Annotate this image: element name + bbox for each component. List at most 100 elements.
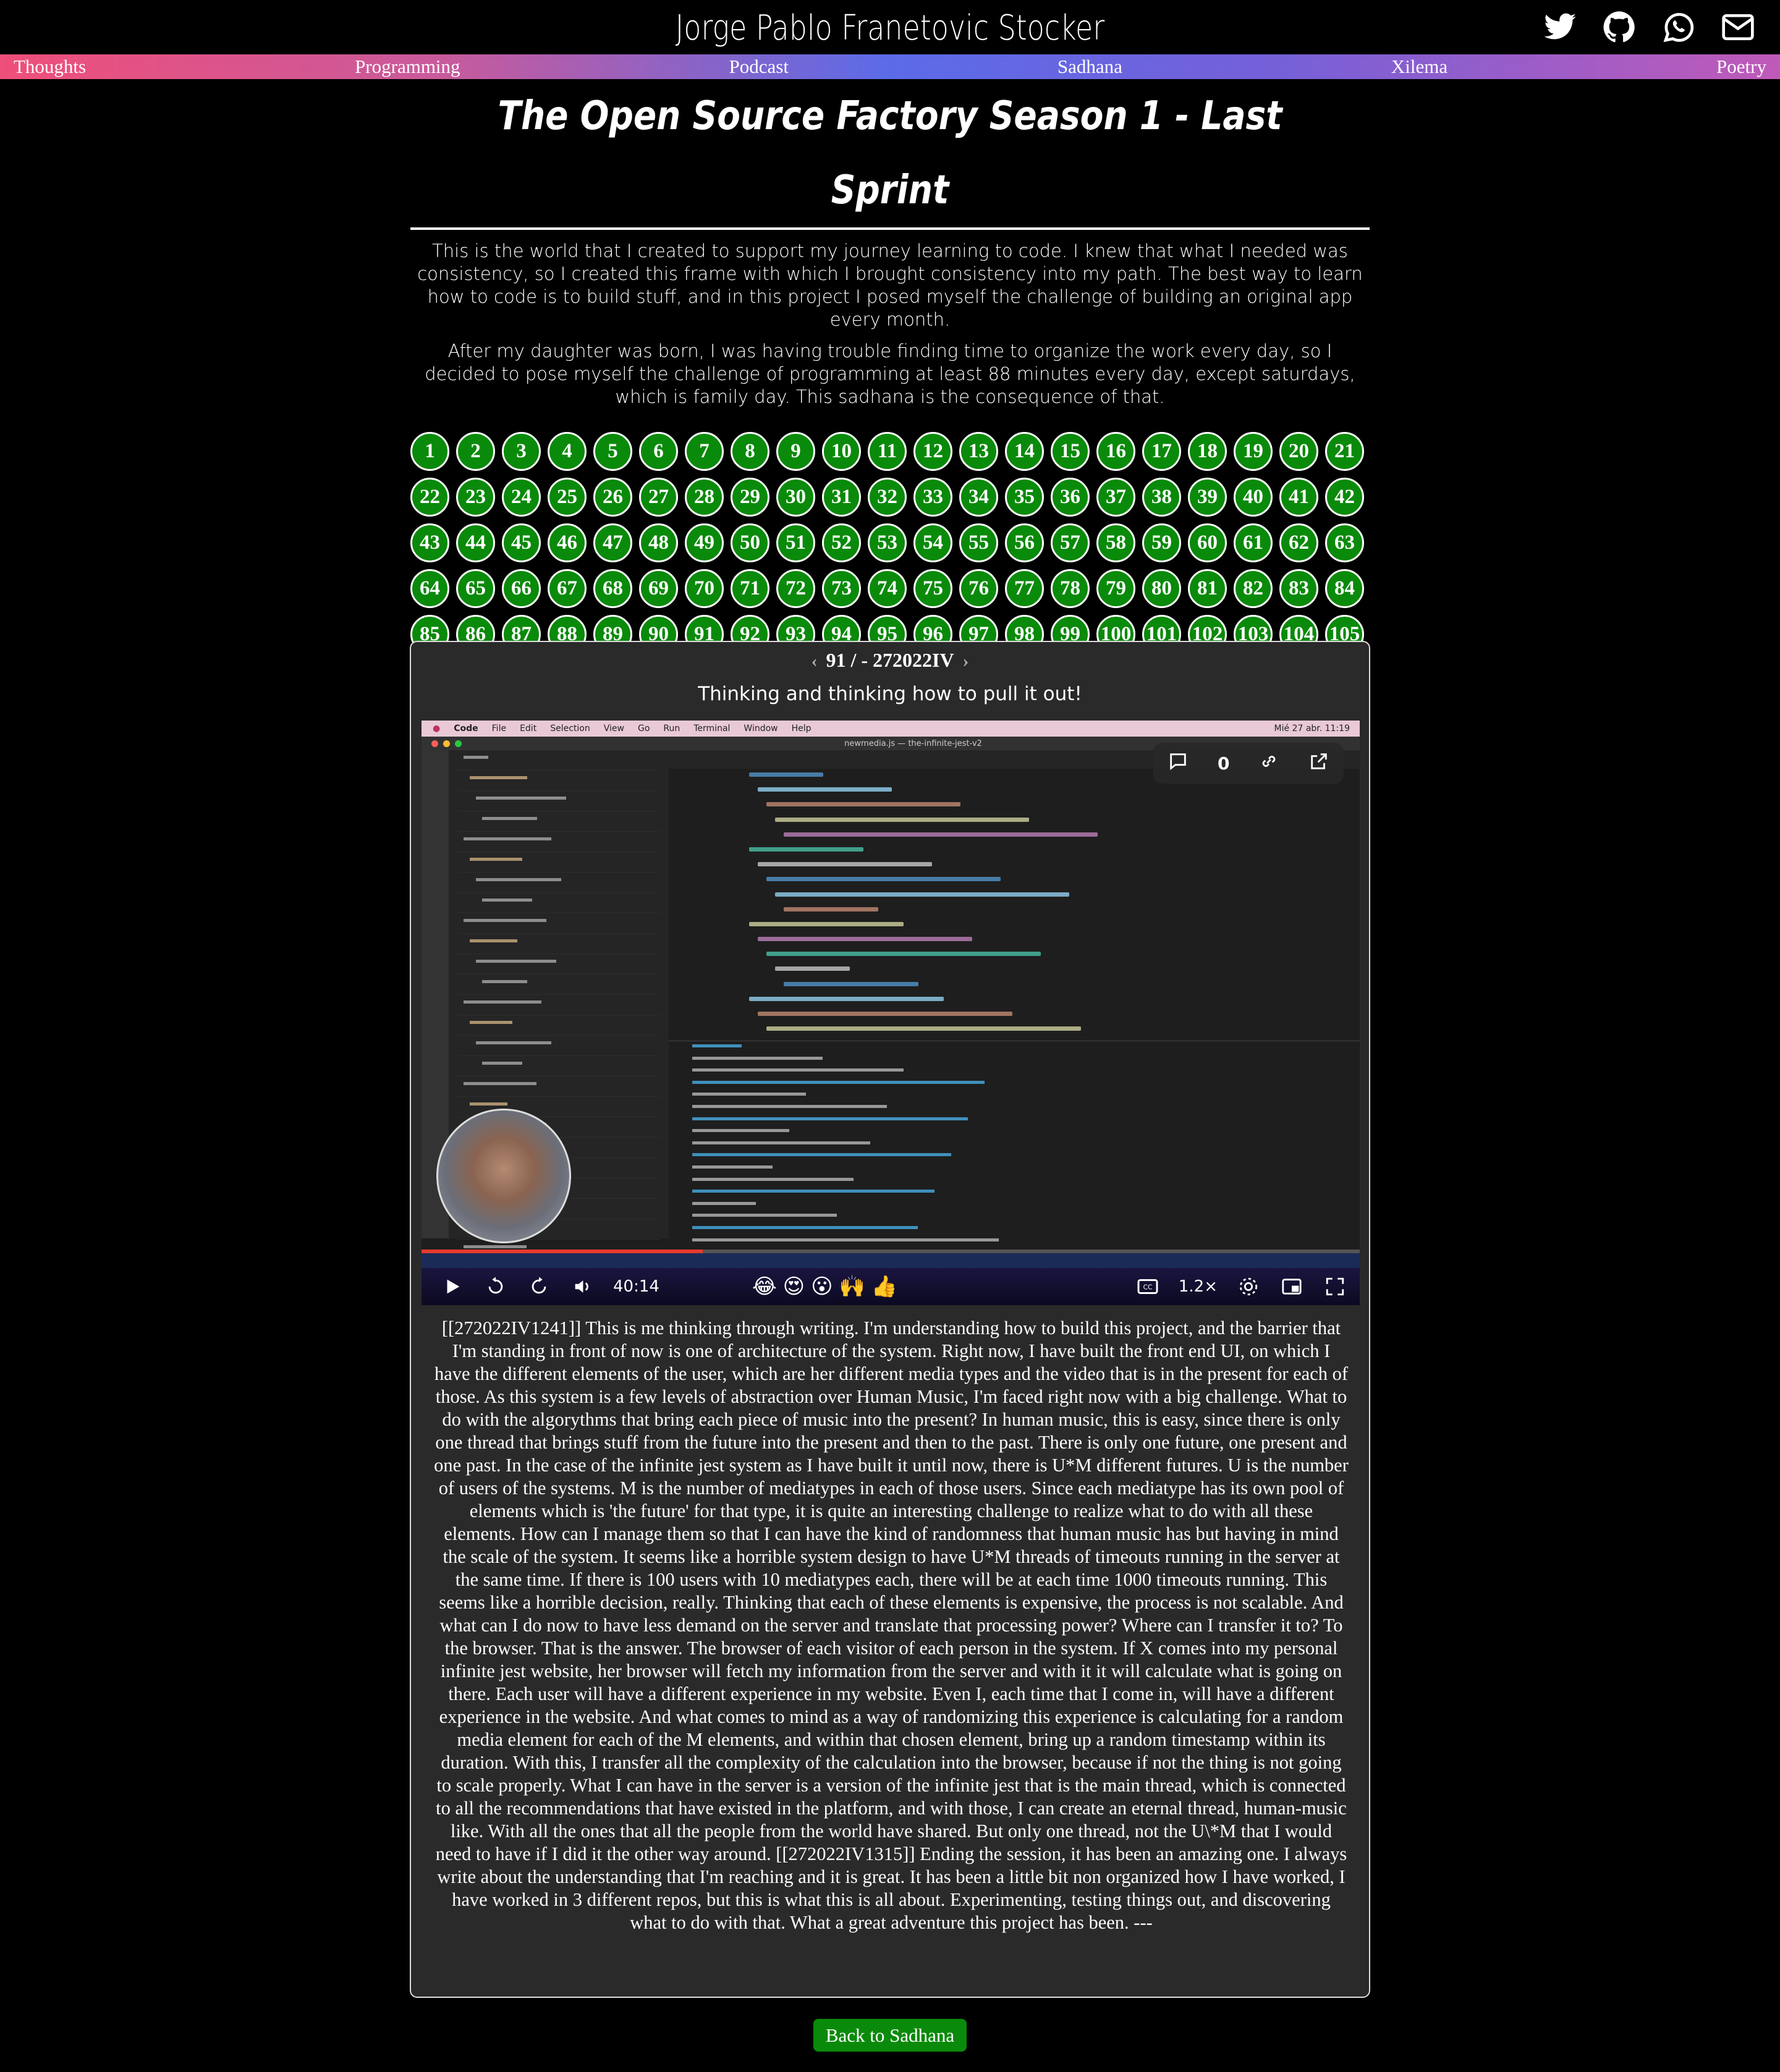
day-button[interactable]: 30 [776, 478, 815, 517]
day-button[interactable]: 51 [776, 523, 815, 562]
day-button[interactable]: 45 [502, 523, 541, 562]
day-button[interactable]: 50 [731, 523, 769, 562]
day-button[interactable]: 15 [1051, 432, 1090, 471]
day-button[interactable]: 58 [1096, 523, 1135, 562]
day-button[interactable]: 56 [1005, 523, 1044, 562]
day-button[interactable]: 3 [502, 432, 541, 471]
github-icon[interactable] [1602, 10, 1637, 44]
day-button[interactable]: 43 [410, 523, 449, 562]
day-button[interactable]: 23 [456, 478, 495, 517]
day-button[interactable]: 22 [410, 478, 449, 517]
day-button[interactable]: 53 [868, 523, 907, 562]
day-button[interactable]: 48 [639, 523, 678, 562]
day-button[interactable]: 20 [1279, 432, 1318, 471]
day-button[interactable]: 54 [913, 523, 952, 562]
play-icon[interactable] [440, 1274, 465, 1299]
day-button[interactable]: 25 [548, 478, 587, 517]
day-button[interactable]: 2 [456, 432, 495, 471]
day-button[interactable]: 75 [913, 569, 952, 608]
reaction-emoji-icons[interactable]: 😂😍😮🙌👍 [752, 1274, 904, 1299]
day-button[interactable]: 65 [456, 569, 495, 608]
day-button[interactable]: 84 [1325, 569, 1364, 608]
day-button[interactable]: 60 [1188, 523, 1227, 562]
nav-programming[interactable]: Programming [355, 56, 460, 78]
playback-speed[interactable]: 1.2× [1179, 1277, 1218, 1296]
day-button[interactable]: 39 [1188, 478, 1227, 517]
day-button[interactable]: 82 [1234, 569, 1273, 608]
day-button[interactable]: 16 [1096, 432, 1135, 471]
day-button[interactable]: 37 [1096, 478, 1135, 517]
day-button[interactable]: 71 [731, 569, 769, 608]
day-button[interactable]: 31 [822, 478, 861, 517]
day-button[interactable]: 9 [776, 432, 815, 471]
settings-gear-icon[interactable] [1236, 1274, 1261, 1299]
mail-icon[interactable] [1721, 10, 1755, 44]
nav-thoughts[interactable]: Thoughts [14, 56, 86, 78]
day-button[interactable]: 70 [685, 569, 724, 608]
day-button[interactable]: 72 [776, 569, 815, 608]
day-button[interactable]: 10 [822, 432, 861, 471]
day-button[interactable]: 73 [822, 569, 861, 608]
day-button[interactable]: 66 [502, 569, 541, 608]
day-button[interactable]: 28 [685, 478, 724, 517]
day-button[interactable]: 38 [1142, 478, 1181, 517]
day-button[interactable]: 40 [1234, 478, 1273, 517]
day-button[interactable]: 44 [456, 523, 495, 562]
whatsapp-icon[interactable] [1661, 10, 1696, 44]
day-button[interactable]: 41 [1279, 478, 1318, 517]
external-link-icon[interactable] [1308, 751, 1329, 776]
twitter-icon[interactable] [1543, 10, 1577, 44]
picture-in-picture-icon[interactable] [1279, 1274, 1304, 1299]
fullscreen-icon[interactable] [1323, 1274, 1347, 1299]
nav-xilema[interactable]: Xilema [1391, 56, 1447, 78]
day-button[interactable]: 24 [502, 478, 541, 517]
volume-icon[interactable] [570, 1274, 595, 1299]
comment-icon[interactable] [1168, 751, 1189, 776]
prev-entry-button[interactable]: ‹ [802, 651, 826, 671]
day-button[interactable]: 49 [685, 523, 724, 562]
back-to-sadhana-button[interactable]: Back to Sadhana [813, 2019, 967, 2052]
forward-icon[interactable] [527, 1274, 551, 1299]
day-button[interactable]: 55 [959, 523, 998, 562]
day-button[interactable]: 17 [1142, 432, 1181, 471]
day-button[interactable]: 6 [639, 432, 678, 471]
day-button[interactable]: 62 [1279, 523, 1318, 562]
day-button[interactable]: 21 [1325, 432, 1364, 471]
video-player[interactable]: ● Code File Edit Selection View Go Run T… [422, 721, 1360, 1305]
day-button[interactable]: 47 [593, 523, 632, 562]
day-button[interactable]: 77 [1005, 569, 1044, 608]
day-button[interactable]: 13 [959, 432, 998, 471]
day-button[interactable]: 4 [548, 432, 587, 471]
day-button[interactable]: 12 [913, 432, 952, 471]
day-button[interactable]: 34 [959, 478, 998, 517]
day-button[interactable]: 7 [685, 432, 724, 471]
day-button[interactable]: 33 [913, 478, 952, 517]
day-button[interactable]: 64 [410, 569, 449, 608]
day-button[interactable]: 76 [959, 569, 998, 608]
day-button[interactable]: 81 [1188, 569, 1227, 608]
day-button[interactable]: 27 [639, 478, 678, 517]
site-title[interactable]: Jorge Pablo Franetovic Stocker [160, 4, 1620, 53]
day-button[interactable]: 67 [548, 569, 587, 608]
day-button[interactable]: 80 [1142, 569, 1181, 608]
rewind-icon[interactable] [483, 1274, 508, 1299]
day-button[interactable]: 63 [1325, 523, 1364, 562]
nav-sadhana[interactable]: Sadhana [1057, 56, 1122, 78]
day-button[interactable]: 74 [868, 569, 907, 608]
day-button[interactable]: 19 [1234, 432, 1273, 471]
day-button[interactable]: 57 [1051, 523, 1090, 562]
nav-podcast[interactable]: Podcast [729, 56, 789, 78]
day-button[interactable]: 18 [1188, 432, 1227, 471]
day-button[interactable]: 32 [868, 478, 907, 517]
day-button[interactable]: 5 [593, 432, 632, 471]
day-button[interactable]: 29 [731, 478, 769, 517]
day-button[interactable]: 78 [1051, 569, 1090, 608]
day-button[interactable]: 26 [593, 478, 632, 517]
day-button[interactable]: 35 [1005, 478, 1044, 517]
day-button[interactable]: 79 [1096, 569, 1135, 608]
captions-icon[interactable]: CC [1135, 1274, 1160, 1299]
day-button[interactable]: 11 [868, 432, 907, 471]
day-button[interactable]: 52 [822, 523, 861, 562]
link-icon[interactable] [1258, 751, 1279, 776]
day-button[interactable]: 59 [1142, 523, 1181, 562]
